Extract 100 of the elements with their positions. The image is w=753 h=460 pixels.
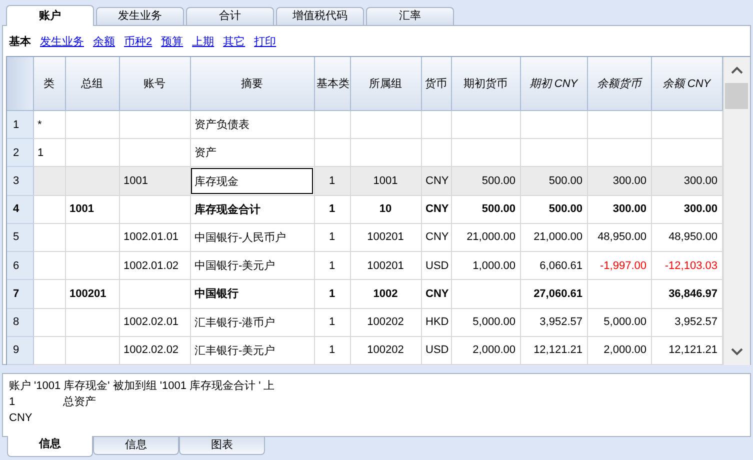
table-cell: 6,060.61 [520,252,587,280]
table-cell [65,223,119,252]
table-cell [119,110,190,139]
table-cell: 5,000.00 [451,308,520,336]
table-cell: 21,000.00 [451,223,520,252]
table-cell: 2,000.00 [451,336,520,364]
table-cell [65,252,119,280]
view-link[interactable]: 基本 [9,34,31,48]
table-cell: 300.00 [651,195,722,224]
column-header[interactable]: 货币 [421,57,451,110]
info-text: CNY [9,411,34,426]
info-text: 总资产 [63,394,96,410]
table-cell: 1 [314,166,350,196]
table-cell [119,280,190,308]
table-cell [651,110,722,139]
table-cell: CNY [421,166,451,196]
column-header[interactable]: 类 [33,57,65,110]
tab[interactable]: 信息 [93,437,179,455]
row-number: 5 [7,223,33,252]
column-header[interactable]: 期初 CNY [520,57,587,110]
table-cell: 1 [314,280,350,308]
table-cell: 1002.02.01 [119,308,190,336]
table-cell: 3,952.57 [520,308,587,336]
table-cell: 48,950.00 [651,223,722,252]
table-cell [451,280,520,308]
info-text: 1 [9,395,16,410]
corner-cell [7,57,33,110]
row-number: 6 [7,252,33,280]
table-cell [520,110,587,139]
tab[interactable]: 图表 [179,437,265,455]
table-cell: 3,952.57 [651,308,722,336]
table-cell: * [33,110,65,139]
view-link[interactable]: 余额 [93,34,115,48]
table-cell: 中国银行 [190,280,314,308]
table-cell: 1 [314,195,350,224]
tab[interactable]: 合计 [186,7,274,25]
table-cell: USD [421,336,451,364]
scrollbar[interactable] [722,57,750,365]
table-cell [33,252,65,280]
table-cell: 300.00 [651,166,722,196]
tab[interactable]: 汇率 [366,7,454,25]
table-cell: CNY [421,223,451,252]
table-cell: 100202 [350,308,421,336]
table-cell [314,110,350,139]
scroll-down-icon[interactable] [730,347,744,357]
table-cell [33,166,65,196]
view-link[interactable]: 其它 [223,34,246,48]
table-cell [33,336,65,364]
table-cell [350,110,421,139]
table-cell: CNY [421,280,451,308]
table-cell: 1 [314,308,350,336]
tab[interactable]: 发生业务 [96,7,184,25]
tab[interactable]: 增值税代码 [276,7,364,25]
row-number: 3 [7,166,33,196]
view-link[interactable]: 上期 [192,34,214,48]
row-number: 2 [7,138,33,167]
table-cell: 300.00 [587,166,651,196]
table-cell: 500.00 [451,166,520,196]
view-link[interactable]: 币种2 [124,34,152,48]
table-cell [65,166,119,196]
tab[interactable]: 账户 [6,5,94,26]
table-cell: 2,000.00 [587,336,651,364]
scroll-up-icon[interactable] [730,65,744,75]
info-text: 账户 '1001 库存现金' 被加到组 '1001 库存现金合计 ' 上 [9,378,275,394]
scroll-thumb[interactable] [725,83,748,109]
column-header[interactable]: 基本类 [314,57,350,110]
table-cell: HKD [421,308,451,336]
row-number: 8 [7,308,33,336]
view-link[interactable]: 打印 [254,34,276,48]
table-cell: 1001 [350,166,421,196]
column-header[interactable]: 总组 [65,57,119,110]
table-cell: -12,103.03 [651,252,722,280]
row-number: 1 [7,110,33,139]
table-cell: 汇丰银行-港币户 [190,308,314,336]
table-cell: 500.00 [520,195,587,224]
column-header[interactable]: 所属组 [350,57,421,110]
column-header[interactable]: 摘要 [190,57,314,110]
table-cell: -1,997.00 [587,252,651,280]
column-header[interactable]: 余额货币 [587,57,651,110]
table-cell: 中国银行-美元户 [190,252,314,280]
tab[interactable]: 信息 [7,436,93,457]
view-link[interactable]: 预算 [161,34,184,48]
view-link[interactable]: 发生业务 [40,34,84,48]
row-number: 9 [7,336,33,364]
table-cell: 库存现金合计 [190,195,314,224]
table-cell: 36,846.97 [651,280,722,308]
column-header[interactable]: 期初货币 [451,57,520,110]
column-header[interactable]: 余额 CNY [651,57,722,110]
table-cell: 500.00 [520,166,587,196]
table-cell: 100201 [65,280,119,308]
table-cell: 1002 [350,280,421,308]
table-cell: 1 [314,223,350,252]
table-cell: 1002.02.02 [119,336,190,364]
column-header[interactable]: 账号 [119,57,190,110]
table-cell: 48,950.00 [587,223,651,252]
table-cell [65,336,119,364]
table-cell: 1001 [119,166,190,196]
table-cell: 5,000.00 [587,308,651,336]
table-cell: 中国银行-人民币户 [190,223,314,252]
table-cell: 100201 [350,223,421,252]
